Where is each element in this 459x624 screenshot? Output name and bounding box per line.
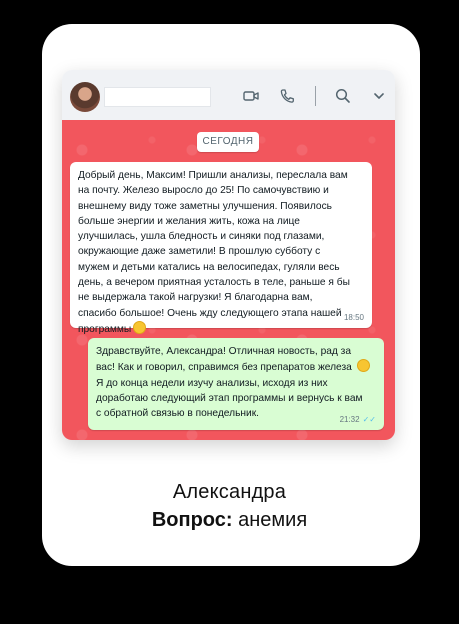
- client-name: Александра: [172, 481, 287, 503]
- outgoing-message-text-1: Здравствуйте, Александра! Отличная новос…: [96, 346, 352, 374]
- chevron-down-icon[interactable]: [370, 87, 388, 105]
- incoming-message-text: Добрый день, Максим! Пришли анализы, пер…: [78, 170, 350, 335]
- smile-emoji-icon: [133, 320, 147, 334]
- topic-value: анемия: [232, 509, 308, 531]
- video-camera-icon[interactable]: [242, 87, 260, 105]
- client-topic: Вопрос: анемия: [0, 509, 459, 532]
- contact-name-redacted: [104, 87, 211, 107]
- incoming-message-time: 18:50: [343, 312, 364, 322]
- read-ticks-icon: ✓✓: [362, 414, 376, 424]
- chat-header: [62, 70, 395, 120]
- phone-icon[interactable]: [278, 87, 296, 105]
- header-divider: [315, 86, 316, 106]
- search-icon[interactable]: [334, 87, 352, 105]
- outgoing-time-value: 21:32: [339, 414, 360, 424]
- outgoing-message-time: 21:32 ✓✓: [340, 412, 376, 427]
- chat-screenshot: СЕГОДНЯ Добрый день, Максим! Пришли анал…: [62, 70, 395, 440]
- incoming-message[interactable]: Добрый день, Максим! Пришли анализы, пер…: [70, 162, 372, 335]
- date-separator: СЕГОДНЯ: [197, 132, 259, 152]
- topic-label: Вопрос:: [151, 509, 233, 531]
- outgoing-message-text-2: Я до конца недели изучу анализы, исходя …: [96, 377, 363, 420]
- contact-avatar[interactable]: [70, 82, 100, 112]
- wink-emoji-icon: [356, 359, 370, 373]
- outgoing-message[interactable]: Здравствуйте, Александра! Отличная новос…: [88, 338, 384, 430]
